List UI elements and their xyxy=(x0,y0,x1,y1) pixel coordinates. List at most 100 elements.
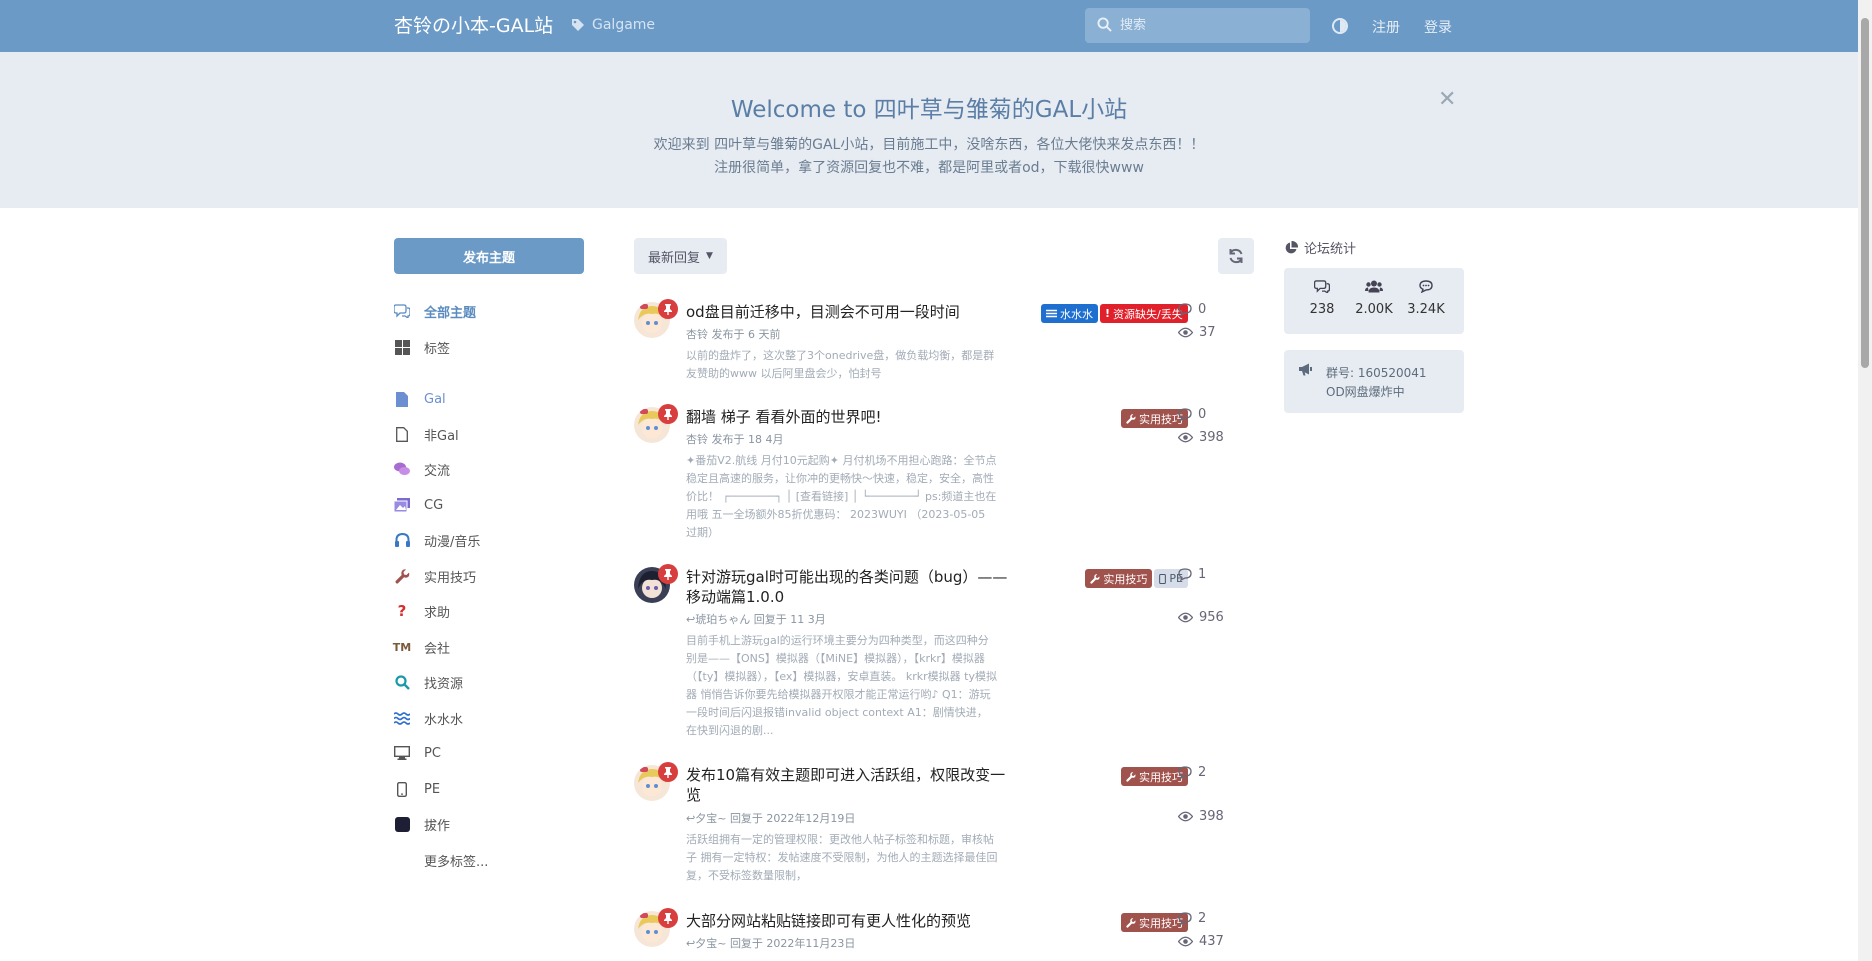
sidebar-item-help[interactable]: ? 求助 xyxy=(394,601,450,621)
file-icon xyxy=(394,391,410,407)
reply-arrow-icon: ↩ xyxy=(686,613,696,626)
caret-down-icon: ▼ xyxy=(706,251,713,261)
square-icon xyxy=(394,816,410,832)
stat-users: 2.00K xyxy=(1348,280,1400,317)
sidebar-item-label: 求助 xyxy=(424,605,451,621)
sidebar-item-cg[interactable]: CG xyxy=(394,495,443,515)
reply-count: 0 xyxy=(1178,407,1206,422)
sidebar-item-label: 非Gal xyxy=(424,428,459,444)
page-scrollbar[interactable] xyxy=(1858,0,1872,961)
pin-icon xyxy=(658,564,678,584)
images-icon xyxy=(394,497,410,513)
discussion-excerpt: 活跃组拥有一定的管理权限：更改他人帖子标签和标题，审核帖子 拥有一定特权：发帖速… xyxy=(686,833,998,882)
close-icon[interactable]: ✕ xyxy=(1438,87,1456,112)
reply-arrow-icon: ↩ xyxy=(686,812,696,825)
reply-count: 2 xyxy=(1178,911,1206,926)
hero-line-2: 注册很简单，拿了资源回复也不难，都是阿里或者od，下载很快www xyxy=(714,160,1144,176)
sidebar-item-water[interactable]: 水水水 xyxy=(394,708,463,728)
wrench-icon xyxy=(394,568,410,584)
discussion-excerpt: ✦番茄V2.航线 月付10元起购✦ 月付机场不用担心跑路：全节点稳定且高速的服务… xyxy=(686,454,997,539)
sidebar-item-label: 标签 xyxy=(424,341,451,357)
tags-grid-icon xyxy=(394,339,410,355)
sidebar-item-all[interactable]: 全部主题 xyxy=(394,301,476,321)
sort-dropdown[interactable]: 最新回复 ▼ xyxy=(634,238,727,274)
sidebar-item-label: PC xyxy=(424,745,441,761)
sidebar-item-label: 找资源 xyxy=(424,676,464,692)
search-input[interactable] xyxy=(1116,8,1301,43)
sidebar-item-nukige[interactable]: 拔作 xyxy=(394,814,450,834)
discussion-title[interactable]: 针对游玩gal时可能出现的各类问题（bug）——移动端篇1.0.0 xyxy=(686,567,1016,607)
wrench-icon xyxy=(1090,573,1100,584)
tag-water[interactable]: 水水水 xyxy=(1041,304,1098,323)
sidebar-item-more-tags[interactable]: 更多标签... xyxy=(394,850,488,870)
register-link[interactable]: 注册 xyxy=(1372,17,1400,37)
scrollbar-thumb[interactable] xyxy=(1861,18,1869,368)
site-title[interactable]: 杏铃の小本-GAL站 xyxy=(394,11,553,38)
wrench-icon xyxy=(1126,413,1136,424)
stat-discussions: 238 xyxy=(1296,280,1348,317)
forum-stats-box: 238 2.00K 3.24K xyxy=(1284,268,1464,334)
bullhorn-icon xyxy=(1299,363,1312,376)
view-count: 956 xyxy=(1178,610,1224,625)
question-icon: ? xyxy=(397,602,407,620)
top-header: 杏铃の小本-GAL站 Galgame 注册 登录 xyxy=(0,0,1858,52)
reply-count: 0 xyxy=(1178,302,1206,317)
author[interactable]: 杏铃 xyxy=(686,433,708,446)
welcome-hero: Welcome to 四叶草与雏菊的GAL小站 欢迎来到 四叶草与雏菊的GAL小… xyxy=(0,52,1858,208)
tag-icon xyxy=(572,19,584,31)
discussion-meta: 杏铃 发布于 18 4月 xyxy=(686,433,784,446)
water-icon xyxy=(394,710,410,726)
discussion-meta: 杏铃 发布于 6 天前 xyxy=(686,328,781,341)
sidebar-item-chat[interactable]: 交流 xyxy=(394,459,450,479)
hero-line-1: 欢迎来到 四叶草与雏菊的GAL小站，目前施工中，没啥东西，各位大佬快来发点东西！… xyxy=(653,137,1205,153)
refresh-button[interactable] xyxy=(1218,238,1254,274)
sidebar-item-tips[interactable]: 实用技巧 xyxy=(394,566,476,586)
sidebar-item-find-resources[interactable]: 找资源 xyxy=(394,672,463,692)
wrench-icon xyxy=(1126,771,1136,782)
view-count: 398 xyxy=(1178,430,1224,445)
search-box[interactable] xyxy=(1085,8,1310,43)
mobile-icon xyxy=(394,781,410,797)
sidebar-item-label: Gal xyxy=(424,391,446,407)
sidebar-item-pe[interactable]: PE xyxy=(394,779,440,799)
sidebar-item-label: 会社 xyxy=(424,641,451,657)
author[interactable]: 夕宝~ xyxy=(695,937,726,950)
view-count: 398 xyxy=(1178,809,1224,824)
discussion-meta: ↩琥珀ちゃん 回复于 11 3月 xyxy=(686,613,826,626)
sidebar-item-tags[interactable]: 标签 xyxy=(394,337,450,357)
author[interactable]: 杏铃 xyxy=(686,328,708,341)
discussion-title[interactable]: 大部分网站粘贴链接即可有更人性化的预览 xyxy=(686,911,1016,931)
login-link[interactable]: 登录 xyxy=(1424,17,1452,37)
nav-tag-label: Galgame xyxy=(592,17,656,33)
eye-icon xyxy=(1178,432,1193,443)
sidebar-item-non-gal[interactable]: 非Gal xyxy=(394,424,459,444)
headphones-icon xyxy=(394,532,410,548)
comment-icon xyxy=(1178,568,1192,581)
reply-count: 1 xyxy=(1178,567,1206,582)
sidebar-item-gal[interactable]: Gal xyxy=(394,389,446,409)
sidebar-item-pc[interactable]: PC xyxy=(394,743,441,763)
desktop-icon xyxy=(394,745,410,761)
theme-toggle-icon[interactable] xyxy=(1332,18,1348,34)
tag-tips[interactable]: 实用技巧 xyxy=(1085,569,1153,588)
start-discussion-button[interactable]: 发布主题 xyxy=(394,238,584,274)
tag-missing-resource[interactable]: ! 资源缺失/丢失 xyxy=(1100,304,1188,323)
view-count: 437 xyxy=(1178,934,1224,949)
exclamation-icon: ! xyxy=(1105,307,1111,320)
author[interactable]: 夕宝~ xyxy=(695,812,726,825)
pin-icon xyxy=(658,908,678,928)
nav-tag-galgame[interactable]: Galgame xyxy=(571,17,655,33)
discussion-title[interactable]: od盘目前迁移中，目测会不可用一段时间 xyxy=(686,302,1016,322)
eye-icon xyxy=(1178,936,1193,947)
discussion-title[interactable]: 翻墙 梯子 看看外面的世界吧! xyxy=(686,407,1016,427)
discussion-title[interactable]: 发布10篇有效主题即可进入活跃组，权限改变一览 xyxy=(686,765,1016,805)
discussion-meta: ↩夕宝~ 回复于 2022年11月23日 xyxy=(686,937,856,950)
trademark-icon: TM xyxy=(392,640,412,654)
tag-list: 水水水 ! 资源缺失/丢失 xyxy=(1041,304,1188,323)
refresh-icon xyxy=(1229,248,1243,264)
author[interactable]: 琥珀ちゃん xyxy=(695,613,750,626)
pin-icon xyxy=(658,762,678,782)
sidebar-item-anime-music[interactable]: 动漫/音乐 xyxy=(394,530,480,550)
discussion-excerpt: 目前手机上游玩gal的运行环境主要分为四种类型，而这四种分别是——【ONS】模拟… xyxy=(686,634,998,737)
sidebar-item-company[interactable]: TM 会社 xyxy=(392,637,451,657)
